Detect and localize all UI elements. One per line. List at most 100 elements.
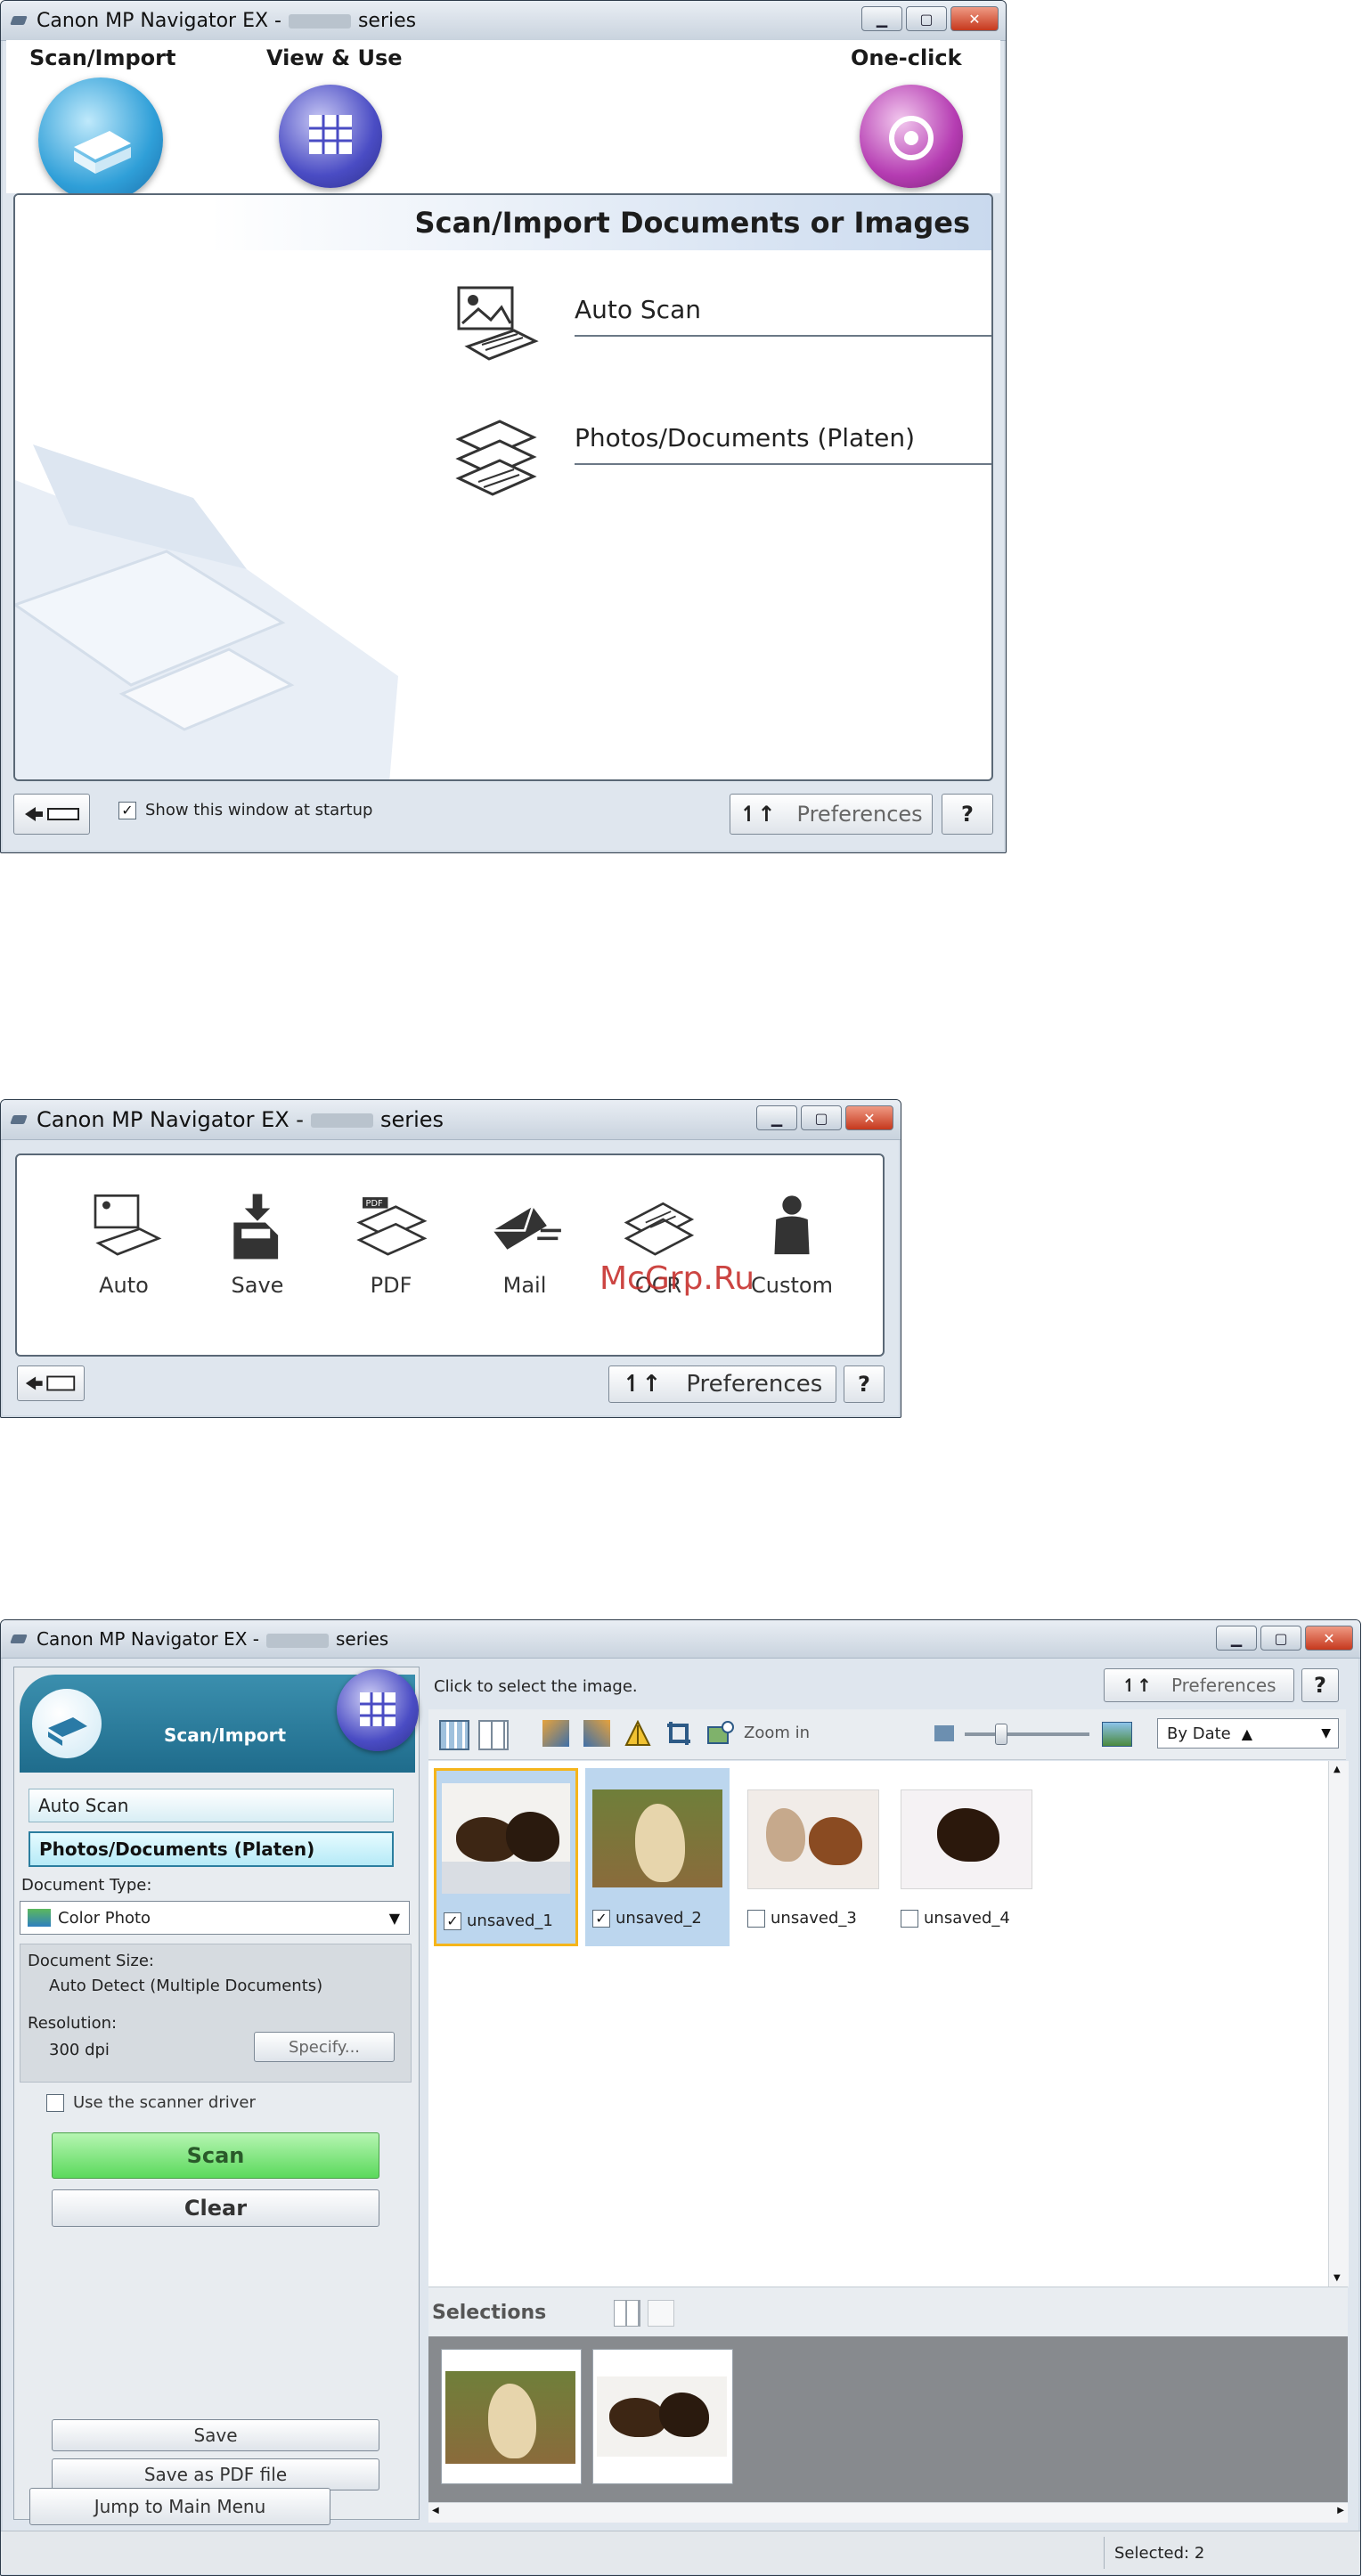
- close-button[interactable]: ✕: [950, 6, 999, 31]
- close-button[interactable]: ✕: [1305, 1626, 1353, 1651]
- one-click-pdf-button[interactable]: PDF PDF: [338, 1191, 444, 1298]
- scanner-icon[interactable]: [38, 77, 163, 202]
- preferences-button[interactable]: ↿↑ Preferences: [608, 1365, 836, 1403]
- maximize-button[interactable]: ▢: [1260, 1626, 1301, 1651]
- app-icon: [10, 1631, 29, 1647]
- one-click-auto-label: Auto: [99, 1273, 149, 1298]
- scan-button[interactable]: Scan: [52, 2132, 379, 2179]
- grid-photos-icon[interactable]: [279, 85, 382, 188]
- maximize-button[interactable]: ▢: [801, 1105, 842, 1130]
- mode-photos-documents-platen[interactable]: Photos/Documents (Platen): [29, 1831, 394, 1867]
- tab-scan-import[interactable]: Scan/Import: [29, 45, 175, 70]
- invert-icon[interactable]: [624, 1719, 651, 1747]
- help-button[interactable]: ?: [844, 1365, 885, 1403]
- thumbnail-caption: unsaved_4: [901, 1909, 1010, 1928]
- help-button[interactable]: ?: [942, 794, 993, 835]
- zoom-in-icon[interactable]: [706, 1720, 734, 1747]
- one-click-mail-button[interactable]: Mail: [471, 1191, 578, 1298]
- mode-auto-scan[interactable]: Auto Scan: [29, 1789, 394, 1822]
- one-click-icon[interactable]: [860, 85, 963, 188]
- document-type-select[interactable]: Color Photo ▼: [20, 1901, 410, 1935]
- selected-thumbnail[interactable]: [441, 2349, 582, 2484]
- save-button[interactable]: Save: [52, 2419, 379, 2451]
- app-icon: [10, 1112, 29, 1128]
- close-button[interactable]: ✕: [845, 1105, 893, 1130]
- minimize-button[interactable]: ▁: [756, 1105, 797, 1130]
- selected-thumbnail[interactable]: [592, 2349, 733, 2484]
- one-click-mode-window: Canon MP Navigator EX - series ▁ ▢ ✕ Auto…: [0, 1099, 901, 1418]
- tab-view-use[interactable]: View & Use: [266, 45, 403, 70]
- thumbnail-item[interactable]: ✓ unsaved_1: [434, 1768, 578, 1946]
- thumbnail-size-slider[interactable]: [965, 1724, 1089, 1745]
- photos-documents-platen-button[interactable]: Photos/Documents (Platen): [575, 423, 991, 465]
- scanner-driver-checkbox[interactable]: [46, 2093, 64, 2112]
- selections-label: Selections: [432, 2302, 547, 2324]
- sort-select[interactable]: By Date ▲ ▼: [1157, 1718, 1339, 1749]
- preferences-button[interactable]: ↿↑ Preferences: [1104, 1668, 1294, 1702]
- tab-one-click[interactable]: One-click: [851, 45, 962, 70]
- left-sidebar: Scan/Import Auto Scan Photos/Documents (…: [13, 1667, 420, 2520]
- thumbnail-item[interactable]: unsaved_3: [740, 1768, 885, 1946]
- minimize-button[interactable]: ▁: [861, 6, 902, 31]
- thumbnail-checkbox[interactable]: ✓: [444, 1912, 461, 1930]
- selections-clear-icon[interactable]: [648, 2300, 674, 2327]
- rotate-left-icon[interactable]: [542, 1720, 569, 1747]
- document-size-label: Document Size:: [28, 1952, 154, 1970]
- specify-button[interactable]: Specify...: [254, 2032, 395, 2062]
- dog-figure: [488, 2384, 536, 2458]
- selections-bar: Selections: [428, 2287, 1348, 2337]
- jump-to-main-menu-button[interactable]: Jump to Main Menu: [29, 2488, 330, 2525]
- cancel-all-icon[interactable]: [478, 1720, 509, 1750]
- dog-figure: [659, 2393, 709, 2437]
- scroll-up-arrow[interactable]: ▲: [1333, 1765, 1341, 1774]
- select-all-icon[interactable]: [439, 1720, 469, 1750]
- cushion: [442, 1862, 570, 1894]
- sidebar-header: Scan/Import: [20, 1669, 419, 1773]
- one-click-save-label: Save: [231, 1273, 284, 1298]
- preferences-button[interactable]: ↿↑ Preferences: [730, 794, 933, 835]
- vertical-scrollbar[interactable]: ▲ ▼: [1328, 1761, 1349, 2287]
- chevron-down-icon: ▼: [388, 1909, 400, 1927]
- arrow-mini-mode-icon: [25, 807, 79, 821]
- scroll-right-arrow[interactable]: ▶: [1337, 2506, 1344, 2515]
- auto-scan-icon[interactable]: [452, 281, 541, 370]
- scroll-left-arrow[interactable]: ◀: [432, 2506, 439, 2515]
- mini-mode-button[interactable]: [13, 794, 90, 835]
- platen-icon[interactable]: [452, 407, 541, 505]
- clear-button[interactable]: Clear: [52, 2189, 379, 2227]
- switch-view-use-button[interactable]: [337, 1669, 419, 1751]
- rotate-right-icon[interactable]: [583, 1720, 610, 1747]
- thumbnail-checkbox[interactable]: [901, 1909, 918, 1928]
- app-icon: [10, 12, 29, 29]
- one-click-save-button[interactable]: Save: [204, 1191, 311, 1298]
- thumbnail-checkbox[interactable]: ✓: [592, 1909, 610, 1928]
- mini-mode-button[interactable]: [17, 1365, 85, 1401]
- thumbnail-item[interactable]: ✓ unsaved_2: [585, 1768, 730, 1946]
- page-title: Scan/Import Documents or Images: [414, 206, 970, 240]
- scan-import-window: Canon MP Navigator EX - series ▁ ▢ ✕ Scan…: [0, 1619, 1361, 2576]
- horizontal-scrollbar[interactable]: ◀ ▶: [428, 2502, 1348, 2523]
- help-button[interactable]: ?: [1301, 1668, 1339, 1702]
- status-bar: Selected: 2: [1, 2531, 1360, 2574]
- window-title: Canon MP Navigator EX - series: [37, 9, 417, 32]
- minimize-button[interactable]: ▁: [1216, 1626, 1257, 1651]
- thumbnail-item[interactable]: unsaved_4: [893, 1768, 1038, 1946]
- auto-scan-button[interactable]: Auto Scan: [575, 295, 991, 337]
- one-click-auto-button[interactable]: Auto: [70, 1191, 177, 1298]
- show-startup-checkbox[interactable]: ✓: [118, 801, 136, 819]
- maximize-button[interactable]: ▢: [906, 6, 947, 31]
- small-thumb-icon: [934, 1725, 954, 1741]
- selected-count: Selected: 2: [1114, 2544, 1205, 2563]
- slider-handle[interactable]: [995, 1724, 1007, 1745]
- startup-option: ✓ Show this window at startup: [118, 801, 372, 819]
- scroll-down-arrow[interactable]: ▼: [1333, 2273, 1341, 2283]
- zoom-in-label[interactable]: Zoom in: [744, 1724, 810, 1742]
- thumbnail-image: [442, 1783, 570, 1894]
- thumbnail-checkbox[interactable]: [747, 1909, 765, 1928]
- pdf-icon: PDF: [356, 1197, 428, 1256]
- sort-ascending-icon: ▲: [1241, 1724, 1253, 1742]
- selections-grid-icon[interactable]: [614, 2300, 640, 2327]
- save-as-pdf-button[interactable]: Save as PDF file: [52, 2458, 379, 2490]
- crop-icon[interactable]: [665, 1720, 692, 1747]
- nav-bar: Scan/Import View & Use One-click: [6, 40, 1000, 202]
